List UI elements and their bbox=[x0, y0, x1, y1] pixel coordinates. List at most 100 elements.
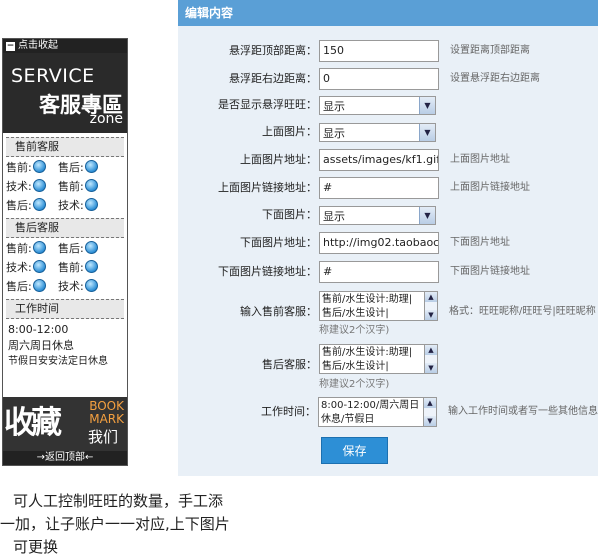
top-image-url-label: 上面图片地址： bbox=[240, 153, 317, 166]
wangwang-icon[interactable] bbox=[32, 260, 46, 273]
back-to-top-button[interactable]: →返回顶部← bbox=[3, 451, 127, 465]
wangwang-icon[interactable] bbox=[84, 260, 98, 273]
ww-contact[interactable]: 售后: bbox=[6, 278, 58, 294]
top-image-value: 显示 bbox=[323, 126, 345, 140]
ww-contact[interactable]: 售前: bbox=[6, 240, 58, 256]
scroll-down-icon[interactable]: ▼ bbox=[424, 416, 436, 426]
aftersale-note: 称建议2个汉字) bbox=[319, 379, 390, 390]
worktime-textarea[interactable]: 8:00-12:00/周六周日休息/节假日 bbox=[318, 397, 424, 427]
top-distance-label: 悬浮距顶部距离： bbox=[229, 44, 317, 57]
ww-contact[interactable]: 技术: bbox=[6, 259, 58, 275]
show-wangwang-value: 显示 bbox=[323, 99, 345, 113]
ww-contact[interactable]: 售后: bbox=[6, 197, 58, 213]
caption-line: 可更换 bbox=[13, 538, 59, 556]
ww-label: 售后: bbox=[58, 160, 84, 174]
top-image-url-input[interactable]: assets/images/kf1.gif bbox=[319, 149, 439, 171]
ww-contact[interactable]: 售后: bbox=[58, 159, 110, 175]
bottom-image-link-input[interactable]: # bbox=[319, 261, 439, 283]
bottom-image-url-input[interactable]: http://img02.taobaocdn bbox=[319, 232, 439, 254]
field-row-top-image: 上面图片： 显示 ▼ bbox=[178, 121, 598, 143]
aftersale-label: 售后客服： bbox=[262, 358, 317, 371]
aftersale-list: 售前: 售后: 技术: 售前: 售后: 技术: bbox=[3, 238, 127, 295]
scroll-up-icon[interactable]: ▲ bbox=[425, 345, 437, 355]
scroll-up-icon[interactable]: ▲ bbox=[425, 292, 437, 302]
caption-line: 一加，让子账户一一对应,上下图片 bbox=[0, 515, 230, 533]
wangwang-icon[interactable] bbox=[32, 279, 46, 292]
presale-note: 称建议2个汉字) bbox=[319, 325, 390, 336]
wangwang-icon[interactable] bbox=[84, 241, 98, 254]
presale-textarea-wrap: 售前/水生设计:助理|售后/水生设计| ▲ ▼ bbox=[319, 291, 438, 321]
floating-service-widget: − 点击收起 SERVICE 客服專區 zone 售前客服 售前: 售后: 技术… bbox=[2, 38, 128, 466]
top-distance-hint: 设置距离顶部距离 bbox=[450, 45, 530, 56]
chevron-down-icon[interactable]: ▼ bbox=[419, 124, 435, 141]
top-image-link-input[interactable]: # bbox=[319, 177, 439, 199]
presale-label: 输入售前客服： bbox=[240, 305, 317, 318]
ww-contact[interactable]: 售前: bbox=[6, 159, 58, 175]
service-banner-zone: zone bbox=[89, 111, 123, 127]
ww-label: 售前: bbox=[58, 179, 84, 193]
panel-header: 编辑内容 bbox=[178, 0, 598, 26]
field-row-worktime: 工作时间： 8:00-12:00/周六周日休息/节假日 ▲ ▼ 输入工作时间或者写… bbox=[178, 397, 598, 427]
ww-label: 技术: bbox=[58, 198, 84, 212]
ww-contact[interactable]: 技术: bbox=[6, 178, 58, 194]
collapse-label[interactable]: 点击收起 bbox=[18, 39, 58, 53]
aftersale-scrollbar[interactable]: ▲ ▼ bbox=[425, 344, 438, 374]
presale-list: 售前: 售后: 技术: 售前: 售后: 技术: bbox=[3, 157, 127, 214]
aftersale-textarea-wrap: 售前/水生设计:助理|售后/水生设计| ▲ ▼ bbox=[319, 344, 438, 374]
aftersale-row: 技术: 售前: bbox=[3, 257, 127, 276]
ww-label: 技术: bbox=[6, 260, 32, 274]
aftersale-row: 售前: 售后: bbox=[3, 238, 127, 257]
chevron-down-icon[interactable]: ▼ bbox=[419, 207, 435, 224]
top-distance-input[interactable]: 150 bbox=[319, 40, 439, 62]
presale-section-title: 售前客服 bbox=[6, 137, 124, 157]
collapse-bar[interactable]: − 点击收起 bbox=[3, 39, 127, 53]
wangwang-icon[interactable] bbox=[32, 179, 46, 192]
show-wangwang-select[interactable]: 显示 ▼ bbox=[319, 96, 436, 115]
ww-label: 售前: bbox=[6, 241, 32, 255]
bookmark-big-text: 收藏 bbox=[4, 405, 62, 441]
scroll-up-icon[interactable]: ▲ bbox=[424, 398, 436, 408]
ww-label: 售前: bbox=[58, 260, 84, 274]
bookmark-banner[interactable]: 收藏 BOOK MARK 我们 bbox=[3, 397, 127, 451]
edit-panel: 编辑内容 悬浮距顶部距离： 150 设置距离顶部距离 悬浮距右边距离： 0 设置… bbox=[178, 0, 598, 476]
worktime-section-title: 工作时间 bbox=[6, 299, 124, 319]
bookmark-mark-text: MARK bbox=[89, 412, 124, 426]
bottom-image-select[interactable]: 显示 ▼ bbox=[319, 206, 436, 225]
wangwang-icon[interactable] bbox=[84, 160, 98, 173]
aftersale-row: 售后: 技术: bbox=[3, 276, 127, 295]
top-image-link-hint: 上面图片链接地址 bbox=[450, 182, 530, 193]
aftersale-section-title: 售后客服 bbox=[6, 218, 124, 238]
presale-hint: 格式：旺旺昵称/旺旺号|旺旺昵称 bbox=[449, 306, 596, 317]
bottom-image-link-label: 下面图片链接地址： bbox=[218, 265, 317, 278]
ww-contact[interactable]: 技术: bbox=[58, 278, 110, 294]
caption: 可人工控制旺旺的数量，手工添 一加，让子账户一一对应,上下图片 可更换 bbox=[0, 490, 300, 559]
ww-label: 售后: bbox=[6, 198, 32, 212]
presale-textarea[interactable]: 售前/水生设计:助理|售后/水生设计| bbox=[319, 291, 425, 321]
scroll-down-icon[interactable]: ▼ bbox=[425, 363, 437, 373]
ww-contact[interactable]: 售前: bbox=[58, 178, 110, 194]
wangwang-icon[interactable] bbox=[32, 160, 46, 173]
wangwang-icon[interactable] bbox=[84, 179, 98, 192]
ww-label: 售后: bbox=[6, 279, 32, 293]
aftersale-textarea[interactable]: 售前/水生设计:助理|售后/水生设计| bbox=[319, 344, 425, 374]
wangwang-icon[interactable] bbox=[32, 241, 46, 254]
top-image-select[interactable]: 显示 ▼ bbox=[319, 123, 436, 142]
chevron-down-icon[interactable]: ▼ bbox=[419, 97, 435, 114]
right-distance-input[interactable]: 0 bbox=[319, 68, 439, 90]
presale-scrollbar[interactable]: ▲ ▼ bbox=[425, 291, 438, 321]
wangwang-icon[interactable] bbox=[32, 198, 46, 211]
ww-contact[interactable]: 技术: bbox=[58, 197, 110, 213]
scroll-down-icon[interactable]: ▼ bbox=[425, 310, 437, 320]
save-button[interactable]: 保存 bbox=[321, 437, 388, 464]
wangwang-icon[interactable] bbox=[84, 198, 98, 211]
worktime-scrollbar[interactable]: ▲ ▼ bbox=[424, 397, 437, 427]
bottom-image-value: 显示 bbox=[323, 209, 345, 223]
ww-contact[interactable]: 售后: bbox=[58, 240, 110, 256]
right-distance-hint: 设置悬浮距右边距离 bbox=[450, 73, 540, 84]
field-row-right-distance: 悬浮距右边距离： 0 设置悬浮距右边距离 bbox=[178, 68, 598, 90]
ww-contact[interactable]: 售前: bbox=[58, 259, 110, 275]
worktime-lines: 8:00-12:00 周六周日休息 节假日安安法定日休息 bbox=[3, 322, 127, 370]
wangwang-icon[interactable] bbox=[84, 279, 98, 292]
presale-row: 售后: 技术: bbox=[3, 195, 127, 214]
collapse-icon[interactable]: − bbox=[6, 41, 15, 51]
